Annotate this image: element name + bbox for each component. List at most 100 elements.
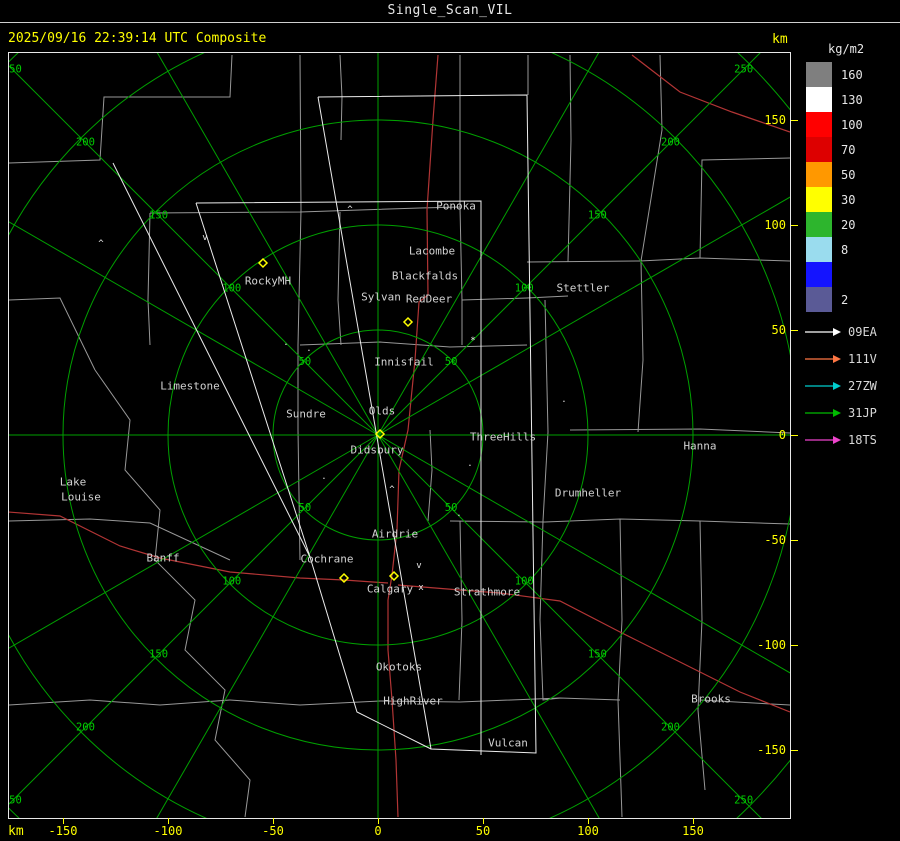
town-marker: x <box>418 583 424 593</box>
city-label: Sundre <box>286 408 326 421</box>
color-swatch <box>806 112 832 137</box>
range-ring-label: 250 <box>9 63 22 75</box>
station-legend: 09EA 111V 27ZW 31JP 18TS <box>804 318 877 453</box>
y-axis-label: -50 <box>764 533 786 547</box>
y-axis-tick <box>791 435 798 436</box>
city-label: Drumheller <box>555 487 622 500</box>
y-axis-tick <box>791 330 798 331</box>
color-swatch <box>806 87 832 112</box>
scale-entry: 70 <box>806 137 863 162</box>
city-label: Airdrie <box>372 528 418 541</box>
range-ring-label: 50 <box>445 356 458 368</box>
town-marker: * <box>470 336 475 346</box>
radar-site-marker[interactable] <box>257 257 269 269</box>
city-label: Louise <box>61 491 101 504</box>
radar-site-marker[interactable] <box>402 316 414 328</box>
x-axis-tick <box>378 818 379 824</box>
city-label: HighRiver <box>383 695 443 708</box>
city-label: Limestone <box>160 380 220 393</box>
y-axis-tick <box>791 645 798 646</box>
x-axis-tick <box>483 818 484 824</box>
city-label: Okotoks <box>376 661 422 674</box>
range-ring-label: 250 <box>734 63 753 75</box>
station-entry: 09EA <box>804 318 877 345</box>
scale-entry: 30 <box>806 187 863 212</box>
city-label: RockyMH <box>245 275 291 288</box>
radar-site-marker[interactable] <box>338 572 350 584</box>
radar-map[interactable]: 50 5050 50100 100100 100150 150150 150200 20020… <box>9 53 790 818</box>
scale-label: 2 <box>841 292 849 307</box>
town-marker: . <box>283 338 288 348</box>
city-label: Banff <box>146 552 179 565</box>
vil-color-scale: 160 130 100 70 50 30 20 8 2 <box>806 62 863 312</box>
station-arrow-icon <box>805 435 841 444</box>
city-label: Sylvan <box>361 291 401 304</box>
city-label: Didsbury <box>351 444 404 457</box>
city-labels: Ponoka Lacombe Blackfalds Sylvan RedDeer Stet… <box>60 200 731 750</box>
y-axis-tick <box>791 225 798 226</box>
town-marker: v <box>416 561 421 571</box>
range-ring-label: 150 <box>588 648 607 660</box>
y-axis-label: 100 <box>764 218 786 232</box>
station-entry: 27ZW <box>804 372 877 399</box>
station-entry: 18TS <box>804 426 877 453</box>
color-swatch <box>806 237 832 262</box>
y-axis-tick <box>791 750 798 751</box>
city-label: Strathmore <box>454 586 520 599</box>
town-marker: . <box>306 344 311 354</box>
radar-display-app: { "window": { "title": "Single_Scan_VIL"… <box>0 0 900 841</box>
color-swatch <box>806 137 832 162</box>
city-label: Cochrane <box>301 553 354 566</box>
y-axis-tick <box>791 120 798 121</box>
scale-entry <box>806 262 863 287</box>
radar-map-frame: 50 50 50 50 100 100 100 100 150 150 150 150 200 200 20… <box>8 52 791 819</box>
scale-entry: 8 <box>806 237 863 262</box>
town-marker: ^ <box>347 205 353 215</box>
scale-entry: 2 <box>806 287 863 312</box>
scale-label: 70 <box>841 142 856 157</box>
x-axis-label: -100 <box>153 824 183 838</box>
city-label: Olds <box>369 405 396 418</box>
range-ring-label: 50 <box>299 502 312 514</box>
town-marker: . <box>561 395 566 405</box>
coverage-outlines <box>112 94 537 755</box>
color-swatch <box>806 262 832 287</box>
city-label: Ponoka <box>436 200 476 213</box>
town-marker: . <box>456 509 461 519</box>
color-swatch <box>806 62 832 87</box>
city-label: RedDeer <box>406 293 453 306</box>
station-id: 27ZW <box>848 378 877 393</box>
scale-label: 160 <box>841 67 863 82</box>
y-axis-label: -150 <box>757 743 786 757</box>
color-swatch <box>806 162 832 187</box>
y-axis-label: 0 <box>778 428 786 442</box>
station-arrow-icon <box>805 327 841 336</box>
timestamp: 2025/09/16 22:39:14 UTC Composite <box>8 31 267 46</box>
color-swatch <box>806 212 832 237</box>
x-axis-label: -150 <box>48 824 78 838</box>
station-arrow-icon <box>805 381 841 390</box>
y-axis-label: 150 <box>764 113 786 127</box>
range-ring-label: 200 <box>661 136 680 148</box>
town-markers: ^ v ^.. *... ^. v x <box>98 205 566 593</box>
range-ring-label: 250 <box>9 795 22 807</box>
window-title: Single_Scan_VIL <box>387 3 513 18</box>
color-swatch <box>806 187 832 212</box>
town-marker: ^ <box>98 239 104 249</box>
town-marker: ^ <box>389 485 395 495</box>
range-ring-label: 150 <box>588 210 607 222</box>
station-arrow-icon <box>805 408 841 417</box>
scale-entry: 20 <box>806 212 863 237</box>
station-entry: 31JP <box>804 399 877 426</box>
range-ring-label: 200 <box>76 722 95 734</box>
range-ring-label: 250 <box>734 795 753 807</box>
titlebar: Single_Scan_VIL <box>0 3 900 18</box>
city-label: Blackfalds <box>392 270 458 283</box>
city-label: Innisfail <box>374 356 434 369</box>
station-id: 09EA <box>848 324 877 339</box>
scale-title: kg/m2 <box>828 42 865 56</box>
x-axis-tick <box>168 818 169 824</box>
range-ring-label: 100 <box>515 283 534 295</box>
city-label: Lake <box>60 476 87 489</box>
scale-label: 8 <box>841 242 849 257</box>
